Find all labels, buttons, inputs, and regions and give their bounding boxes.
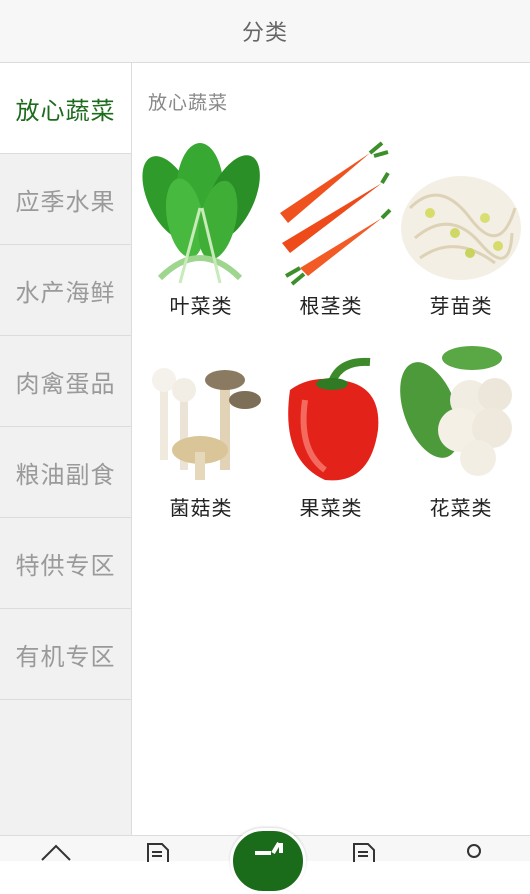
cauliflower-image xyxy=(400,340,522,488)
header-bar: 分类 xyxy=(0,0,530,63)
sidebar-item-fruits[interactable]: 应季水果 xyxy=(0,154,131,245)
sidebar-item-vegetables[interactable]: 放心蔬菜 xyxy=(0,63,131,154)
mushrooms-image xyxy=(140,340,262,488)
sidebar-item-special[interactable]: 特供专区 xyxy=(0,518,131,609)
subcategory-label: 芽苗类 xyxy=(429,294,493,318)
page-title: 分类 xyxy=(241,21,288,46)
subcategory-tile-root[interactable]: 根茎类 xyxy=(270,138,392,326)
category-content: 放心蔬菜 叶菜类 根茎类 芽苗类 菌菇类 果菜类 花菜类 xyxy=(132,63,530,835)
sidebar-item-seafood[interactable]: 水产海鲜 xyxy=(0,245,131,336)
bean-sprouts-image xyxy=(400,138,522,286)
subcategory-label: 根茎类 xyxy=(299,294,363,318)
document-icon[interactable] xyxy=(350,842,380,862)
center-action-icon xyxy=(255,841,283,855)
document-icon[interactable] xyxy=(144,842,174,862)
bottom-tab-bar xyxy=(0,828,530,894)
leafy-greens-image xyxy=(140,138,262,286)
category-sidebar: 放心蔬菜 应季水果 水产海鲜 肉禽蛋品 粮油副食 特供专区 有机专区 xyxy=(0,63,132,835)
sidebar-item-grain-oil[interactable]: 粮油副食 xyxy=(0,427,131,518)
subcategory-label: 果菜类 xyxy=(299,496,363,520)
carrots-image xyxy=(270,138,392,286)
user-icon[interactable] xyxy=(462,842,486,862)
subcategory-label: 叶菜类 xyxy=(169,294,233,318)
subcategory-label: 花菜类 xyxy=(429,496,493,520)
subcategory-grid: 叶菜类 根茎类 芽苗类 菌菇类 果菜类 花菜类 xyxy=(140,138,522,528)
subcategory-tile-fruit-veg[interactable]: 果菜类 xyxy=(270,340,392,528)
home-icon[interactable] xyxy=(38,842,74,862)
subcategory-tile-sprouts[interactable]: 芽苗类 xyxy=(400,138,522,326)
subcategory-label: 菌菇类 xyxy=(169,496,233,520)
sidebar-item-meat-eggs[interactable]: 肉禽蛋品 xyxy=(0,336,131,427)
red-bell-pepper-image xyxy=(270,340,392,488)
section-title: 放心蔬菜 xyxy=(148,92,229,114)
subcategory-tile-flower-veg[interactable]: 花菜类 xyxy=(400,340,522,528)
subcategory-tile-mushrooms[interactable]: 菌菇类 xyxy=(140,340,262,528)
center-action-button[interactable] xyxy=(230,828,306,894)
sidebar-item-organic[interactable]: 有机专区 xyxy=(0,609,131,700)
subcategory-tile-leafy[interactable]: 叶菜类 xyxy=(140,138,262,326)
